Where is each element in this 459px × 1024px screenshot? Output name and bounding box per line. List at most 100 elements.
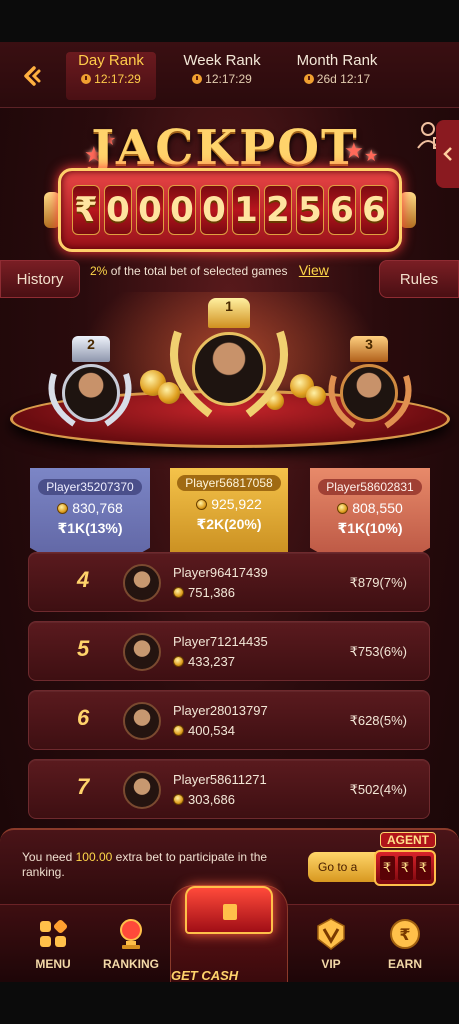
svg-text:₹: ₹ (399, 925, 410, 944)
agent-label: AGENT (380, 832, 436, 848)
vip-shield-icon (317, 918, 345, 950)
nav-label: GET CASH (171, 968, 239, 982)
player-name: Player28013797 (173, 703, 268, 718)
score-value: 925,922 (211, 496, 262, 512)
system-nav-area (0, 982, 459, 1024)
nav-label: MENU (35, 957, 71, 971)
score-value: 808,550 (352, 500, 403, 516)
table-row[interactable]: 7 Player58611271 303,686 ₹502(4%) (28, 759, 430, 819)
notice-prefix: You need (22, 850, 76, 864)
rank-number: 7 (77, 774, 90, 799)
rank-number: 6 (77, 705, 90, 730)
clock-icon (81, 74, 92, 84)
status-bar-area (0, 0, 459, 42)
rank-number: 4 (77, 567, 90, 592)
nav-menu[interactable]: MENU (14, 905, 92, 982)
nav-vip[interactable]: VIP (292, 905, 370, 982)
player-reward: ₹2K(20%) (196, 516, 262, 532)
coin-icon (196, 498, 208, 510)
player-score: 925,922 (170, 496, 288, 512)
coin-icon (173, 656, 184, 667)
rupee-glyph: ₹ (379, 856, 395, 880)
nav-label: RANKING (103, 957, 159, 971)
score-value: 751,386 (188, 585, 235, 600)
avatar[interactable] (62, 364, 120, 422)
history-button[interactable]: History (0, 260, 80, 298)
countdown-text: 12:17:29 (205, 72, 252, 86)
player-reward: ₹753(6%) (349, 644, 407, 659)
tab-label: Day Rank (78, 52, 144, 69)
table-row[interactable]: 4 Player96417439 751,386 ₹879(7%) (28, 552, 430, 612)
coin-icon (173, 725, 184, 736)
view-link[interactable]: View (299, 262, 329, 278)
nav-label: VIP (321, 957, 341, 971)
coin-icon (173, 794, 184, 805)
required-amount: 100.00 (75, 850, 113, 864)
jackpot-digit: 2 (264, 185, 292, 235)
nav-get-cash[interactable]: GET CASH (170, 885, 288, 982)
ranking-screen: Day Rank 12:17:29 Week Rank 12:17:29 Mon… (0, 42, 459, 982)
player-name: Player71214435 (173, 634, 268, 649)
jackpot-digit: 1 (232, 185, 260, 235)
tab-label: Month Rank (296, 52, 378, 69)
tab-day-rank[interactable]: Day Rank 12:17:29 (66, 52, 156, 100)
agent-badge[interactable]: AGENT ₹ ₹ ₹ (374, 832, 436, 892)
jackpot-counter: ₹ 0 0 0 0 1 2 5 6 6 (58, 168, 402, 252)
tab-countdown: 12:17:29 (172, 72, 272, 86)
tab-countdown: 26d 12:17 (284, 72, 390, 86)
player-name: Player58602831 (318, 479, 422, 495)
bronze-crown-icon: 3 (350, 336, 388, 362)
tab-label: Week Rank (183, 52, 261, 69)
rupee-coin-icon: ₹ (390, 919, 420, 949)
gold-crown-icon: 1 (208, 298, 250, 328)
jackpot-digit: 0 (200, 185, 228, 235)
trophy-icon (120, 919, 142, 949)
jackpot-info-text: of the total bet of selected games (110, 264, 288, 278)
player-reward: ₹1K(10%) (337, 520, 403, 536)
rank-number: 5 (77, 636, 90, 661)
table-row[interactable]: 5 Player71214435 433,237 ₹753(6%) (28, 621, 430, 681)
jackpot-digit: 0 (136, 185, 164, 235)
jackpot-digit: 0 (168, 185, 196, 235)
player-name: Player35207370 (38, 479, 142, 495)
jackpot-percent: 2% (90, 264, 108, 278)
player-reward: ₹879(7%) (349, 575, 407, 590)
score-value: 303,686 (188, 792, 235, 807)
avatar[interactable] (340, 364, 398, 422)
player-score: 830,768 (30, 500, 150, 516)
player-name: Player58611271 (173, 772, 267, 787)
rupee-glyph: ₹ (415, 856, 431, 880)
avatar (123, 702, 161, 740)
avatar (123, 633, 161, 671)
jackpot-info: 2% of the total bet of selected games Vi… (90, 262, 329, 278)
agent-rupee-icon: ₹ ₹ ₹ (374, 850, 436, 886)
player-reward: ₹502(4%) (349, 782, 407, 797)
player-reward: ₹628(5%) (349, 713, 407, 728)
player-score: 751,386 (173, 585, 235, 600)
countdown-text: 12:17:29 (94, 72, 141, 86)
coin-pile (306, 386, 326, 406)
score-value: 433,237 (188, 654, 235, 669)
player-score: 400,534 (173, 723, 235, 738)
nav-ranking[interactable]: RANKING (92, 905, 170, 982)
score-value: 830,768 (72, 500, 123, 516)
table-row[interactable]: 6 Player28013797 400,534 ₹628(5%) (28, 690, 430, 750)
player-name: Player96417439 (173, 565, 268, 580)
avatar (123, 564, 161, 602)
currency-symbol: ₹ (72, 185, 100, 235)
treasure-chest-icon (185, 886, 273, 934)
avatar[interactable] (192, 332, 266, 406)
rupee-glyph: ₹ (397, 856, 413, 880)
side-panel-toggle[interactable] (436, 120, 459, 188)
back-button[interactable] (14, 60, 50, 92)
jackpot-knob-right (400, 192, 416, 228)
score-value: 400,534 (188, 723, 235, 738)
jackpot-digit: 6 (328, 185, 356, 235)
nav-earn[interactable]: ₹ EARN (366, 905, 444, 982)
chevron-left-icon (442, 147, 452, 161)
tab-month-rank[interactable]: Month Rank 26d 12:17 (284, 52, 390, 100)
rules-button[interactable]: Rules (379, 260, 459, 298)
player-score: 433,237 (173, 654, 235, 669)
tab-week-rank[interactable]: Week Rank 12:17:29 (172, 52, 272, 100)
coin-icon (337, 502, 349, 514)
